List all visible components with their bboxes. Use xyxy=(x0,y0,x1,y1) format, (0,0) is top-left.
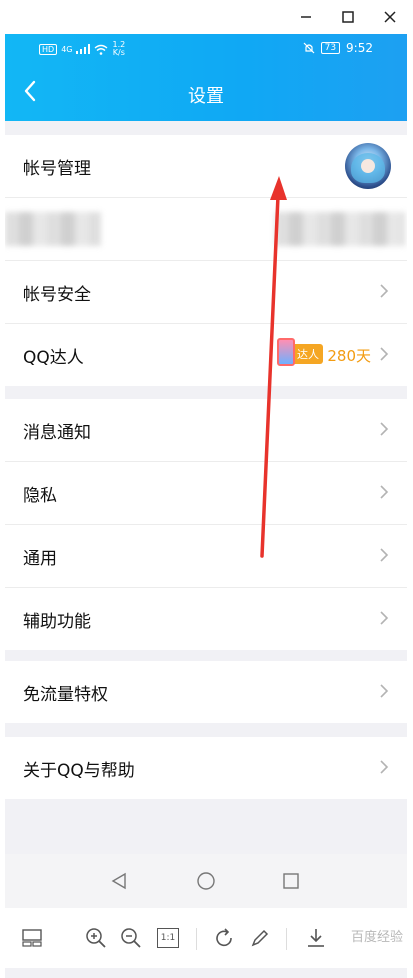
blurred-account-info xyxy=(275,212,405,246)
row-about-help[interactable]: 关于QQ与帮助 xyxy=(5,737,407,799)
notifications-label: 消息通知 xyxy=(23,422,91,443)
account-group: 帐号管理 帐号安全 QQ达人 达人 280天 xyxy=(5,135,407,386)
download-button[interactable] xyxy=(302,924,330,952)
chevron-right-icon xyxy=(380,347,389,361)
chevron-right-icon xyxy=(380,760,389,774)
maximize-icon xyxy=(342,11,354,23)
qq-expert-label: QQ达人 xyxy=(23,347,84,368)
nav-recents-button[interactable] xyxy=(277,867,305,895)
settings-group: 消息通知 隐私 通用 辅助功能 xyxy=(5,399,407,650)
square-recents-icon xyxy=(283,873,299,889)
rotate-icon xyxy=(216,928,232,947)
minimize-icon xyxy=(301,16,311,18)
chevron-right-icon xyxy=(380,284,389,298)
zoom-out-button[interactable] xyxy=(117,924,145,952)
general-label: 通用 xyxy=(23,548,57,569)
wifi-icon xyxy=(95,44,108,55)
privacy-label: 隐私 xyxy=(23,485,57,506)
account-security-label: 帐号安全 xyxy=(23,284,91,305)
actual-size-button[interactable]: 1:1 xyxy=(154,924,182,952)
chevron-right-icon xyxy=(380,611,389,625)
minimize-button[interactable] xyxy=(292,4,320,30)
blurred-username xyxy=(5,212,101,246)
row-qq-expert[interactable]: QQ达人 达人 280天 xyxy=(5,324,407,386)
qq-badge-text: 达人 xyxy=(297,348,319,361)
status-bar: HD 4G 1.2 K/s 73 9:52 xyxy=(5,34,407,64)
mute-bell-icon xyxy=(303,42,315,54)
network-label: 4G xyxy=(61,44,73,54)
about-group: 关于QQ与帮助 xyxy=(5,737,407,799)
close-icon xyxy=(384,11,396,23)
chevron-right-icon xyxy=(380,684,389,698)
row-account-security[interactable]: 帐号安全 xyxy=(5,261,407,324)
about-help-label: 关于QQ与帮助 xyxy=(23,760,135,781)
nav-home-button[interactable] xyxy=(192,867,220,895)
app-header: HD 4G 1.2 K/s 73 9:52 设置 xyxy=(5,34,407,121)
edit-button[interactable] xyxy=(246,924,274,952)
row-free-data[interactable]: 免流量特权 xyxy=(5,661,407,723)
zoom-in-icon xyxy=(86,928,106,948)
actual-size-label: 1:1 xyxy=(157,928,179,948)
hd-indicator: HD xyxy=(39,43,58,55)
download-icon xyxy=(308,929,324,947)
window-titlebar xyxy=(0,0,413,34)
viewer-toolbar: 1:1 百度经验 xyxy=(0,908,413,968)
pencil-icon xyxy=(251,929,269,947)
triangle-back-icon xyxy=(111,872,126,890)
watermark-text: 百度经验 xyxy=(350,930,403,945)
page-title: 设置 xyxy=(188,86,224,107)
battery-indicator: 73 xyxy=(320,42,341,54)
speed-unit: K/s xyxy=(112,48,125,57)
row-notifications[interactable]: 消息通知 xyxy=(5,399,407,462)
row-accessibility[interactable]: 辅助功能 xyxy=(5,588,407,650)
title-bar: 设置 xyxy=(5,64,407,121)
zoom-in-button[interactable] xyxy=(82,924,110,952)
chevron-right-icon xyxy=(380,548,389,562)
close-button[interactable] xyxy=(376,4,404,30)
avatar-face xyxy=(361,159,375,173)
avatar[interactable] xyxy=(345,143,391,189)
thumbnail-icon xyxy=(22,929,42,947)
row-account-management[interactable]: 帐号管理 xyxy=(5,135,407,198)
maximize-button[interactable] xyxy=(334,4,362,30)
network-speed: 1.2 K/s xyxy=(112,41,125,57)
free-data-label: 免流量特权 xyxy=(23,684,108,705)
row-hidden-account[interactable] xyxy=(5,198,407,261)
chevron-right-icon xyxy=(380,485,389,499)
data-group: 免流量特权 xyxy=(5,661,407,723)
android-nav-bar xyxy=(5,854,407,908)
phone-screen: HD 4G 1.2 K/s 73 9:52 设置 帐号管理 帐号安全 QQ达人 … xyxy=(5,34,407,978)
circle-home-icon xyxy=(197,872,215,890)
rotate-button[interactable] xyxy=(210,924,238,952)
signal-icon xyxy=(76,44,91,54)
qq-expert-badge: 达人 xyxy=(277,338,323,366)
nav-back-button[interactable] xyxy=(105,867,133,895)
toolbar-divider xyxy=(196,928,197,950)
thumbnail-button[interactable] xyxy=(18,924,46,952)
qq-days-count: 280天 xyxy=(327,347,371,365)
row-privacy[interactable]: 隐私 xyxy=(5,462,407,525)
account-management-label: 帐号管理 xyxy=(23,158,91,179)
zoom-out-icon xyxy=(121,928,141,948)
toolbar-divider xyxy=(286,928,287,950)
chevron-right-icon xyxy=(380,422,389,436)
accessibility-label: 辅助功能 xyxy=(23,611,91,632)
phone-badge-icon xyxy=(277,338,295,366)
row-general[interactable]: 通用 xyxy=(5,525,407,588)
clock: 9:52 xyxy=(346,41,373,55)
